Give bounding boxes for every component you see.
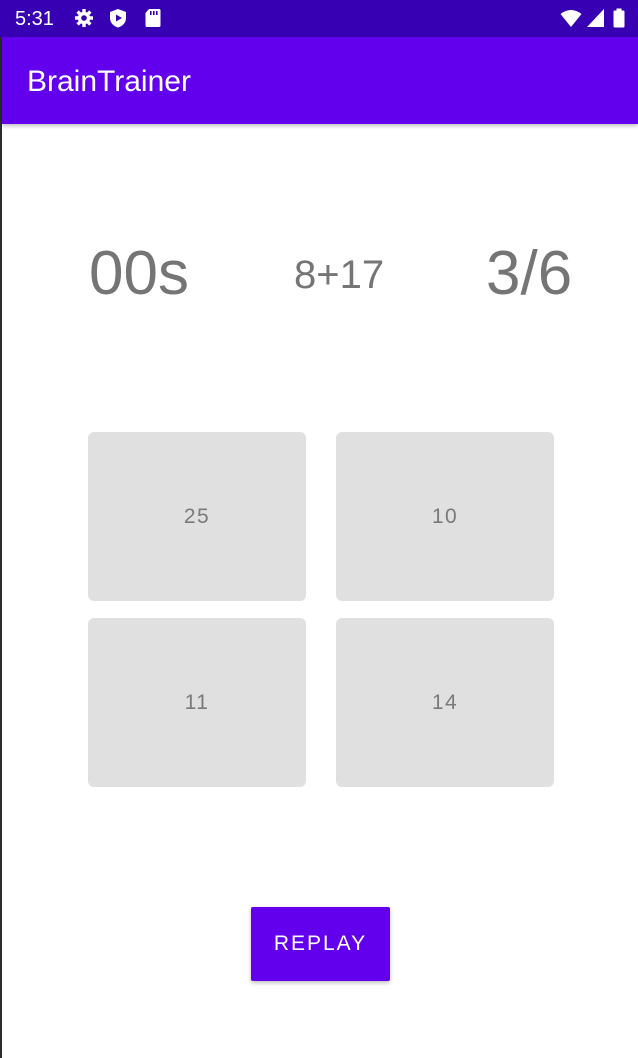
cell-signal-icon (586, 8, 606, 28)
answer-button-2[interactable]: 10 (336, 432, 554, 601)
window-left-edge (0, 0, 2, 1058)
status-time: 5:31 (15, 8, 54, 30)
gear-icon (74, 8, 94, 28)
question-text: 8+17 (294, 253, 385, 297)
replay-button[interactable]: REPLAY (251, 907, 390, 981)
shield-play-icon (108, 8, 128, 28)
wifi-icon (560, 8, 582, 28)
sd-card-icon (143, 8, 163, 28)
app-bar: BrainTrainer (2, 37, 638, 124)
timer-text: 00s (89, 239, 189, 308)
status-bar: 5:31 (0, 0, 638, 37)
app-title: BrainTrainer (27, 65, 191, 98)
score-text: 3/6 (486, 239, 573, 308)
answer-button-1[interactable]: 25 (88, 432, 306, 601)
answer-button-3[interactable]: 11 (88, 618, 306, 787)
battery-icon (612, 8, 626, 28)
answer-button-4[interactable]: 14 (336, 618, 554, 787)
